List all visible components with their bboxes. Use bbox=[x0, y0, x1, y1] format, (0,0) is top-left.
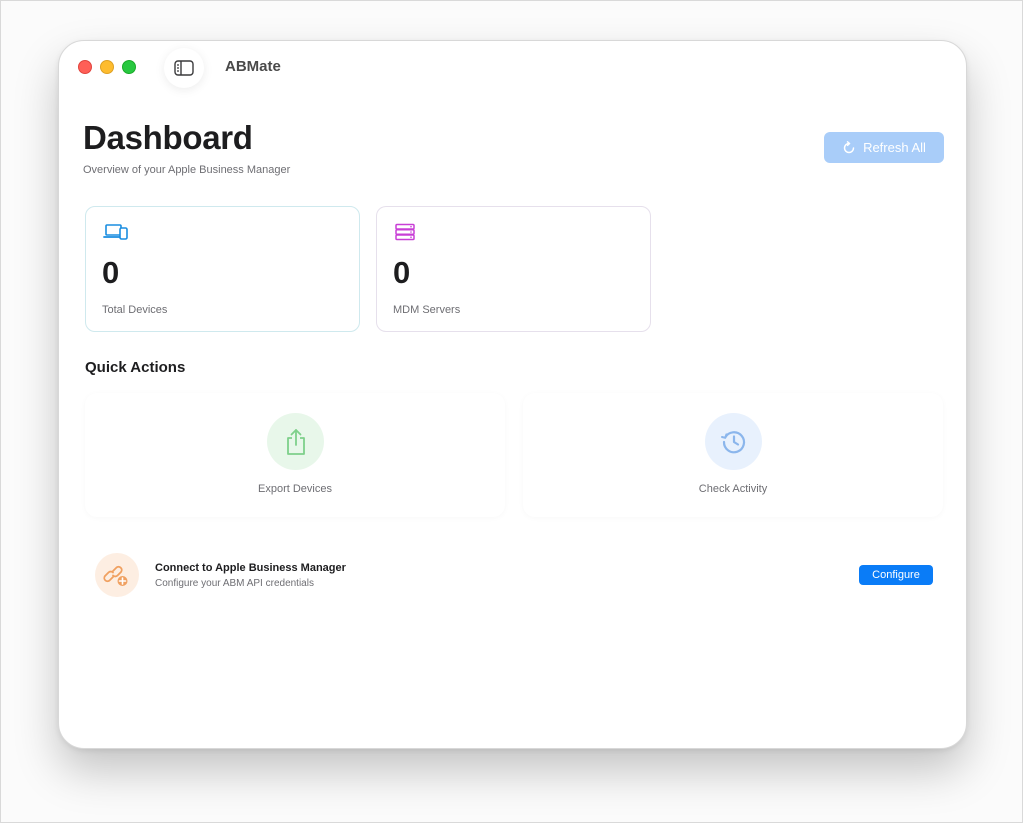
sidebar-toggle-button[interactable] bbox=[164, 48, 204, 88]
laptop-phone-icon bbox=[103, 223, 129, 246]
window-controls bbox=[78, 60, 136, 74]
total-devices-count: 0 bbox=[102, 255, 120, 290]
history-clock-icon bbox=[720, 430, 745, 453]
share-upload-icon bbox=[286, 428, 305, 455]
export-devices-label: Export Devices bbox=[258, 483, 332, 495]
server-icon bbox=[394, 223, 416, 246]
connect-abm-row: Connect to Apple Business Manager Config… bbox=[85, 543, 941, 603]
refresh-all-label: Refresh All bbox=[863, 140, 926, 155]
screenshot-frame: ABMate Dashboard Overview of your Apple … bbox=[0, 0, 1023, 823]
stat-card-total-devices: 0 Total Devices bbox=[85, 206, 360, 332]
connect-icon-badge bbox=[95, 553, 139, 597]
export-devices-action[interactable]: Export Devices bbox=[85, 393, 505, 517]
refresh-all-button[interactable]: Refresh All bbox=[824, 132, 944, 163]
activity-icon-badge bbox=[705, 413, 762, 470]
check-activity-label: Check Activity bbox=[698, 483, 768, 495]
link-add-icon bbox=[103, 565, 128, 586]
sidebar-icon bbox=[174, 60, 194, 76]
page-title: Dashboard bbox=[83, 119, 253, 156]
app-title: ABMate bbox=[225, 58, 281, 75]
app-window: ABMate Dashboard Overview of your Apple … bbox=[58, 40, 967, 749]
mdm-servers-label: MDM Servers bbox=[393, 304, 461, 316]
quick-actions-title: Quick Actions bbox=[85, 359, 186, 376]
mdm-servers-count: 0 bbox=[393, 255, 411, 290]
configure-button[interactable]: Configure bbox=[859, 565, 933, 585]
stat-card-mdm-servers: 0 MDM Servers bbox=[376, 206, 651, 332]
page-subtitle: Overview of your Apple Business Manager bbox=[83, 164, 291, 176]
close-window-button[interactable] bbox=[78, 60, 92, 74]
zoom-window-button[interactable] bbox=[122, 60, 136, 74]
refresh-icon bbox=[843, 140, 855, 153]
minimize-window-button[interactable] bbox=[100, 60, 114, 74]
export-icon-badge bbox=[267, 413, 324, 470]
connect-title: Connect to Apple Business Manager bbox=[155, 562, 346, 574]
check-activity-action[interactable]: Check Activity bbox=[523, 393, 943, 517]
total-devices-label: Total Devices bbox=[102, 304, 168, 316]
connect-subtitle: Configure your ABM API credentials bbox=[155, 578, 314, 589]
